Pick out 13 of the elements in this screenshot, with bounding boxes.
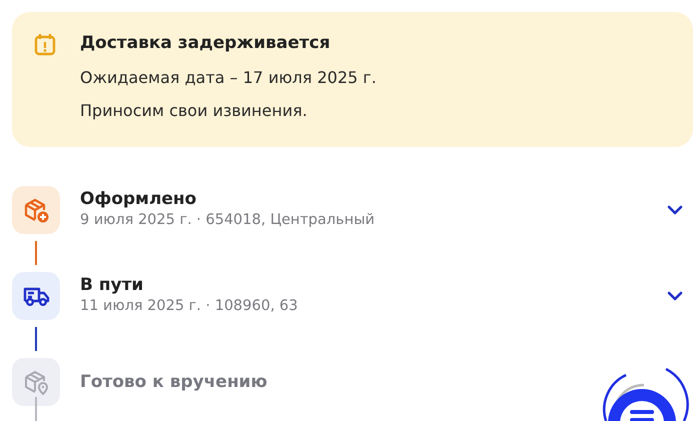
notice-text: Приносим свои извинения.: [80, 101, 308, 121]
step-details: 9 июля 2025 г. · 654018, Центральный: [80, 211, 376, 230]
step-title: В пути: [80, 274, 144, 296]
chevron-down-icon: [667, 205, 683, 215]
step-details: 11 июля 2025 г. · 108960, 63: [80, 297, 299, 316]
chevron-down-icon: [667, 291, 683, 301]
notice-title: Доставка задерживается: [80, 32, 332, 55]
step-title: Готово к вручению: [80, 371, 268, 393]
box-pin-icon: [22, 368, 50, 396]
box-plus-icon: [22, 196, 50, 224]
step-title: Оформлено: [80, 188, 198, 210]
notice-text: Ожидаемая дата – 17 июля 2025 г.: [80, 68, 376, 88]
calendar-warning-icon: [34, 32, 56, 56]
